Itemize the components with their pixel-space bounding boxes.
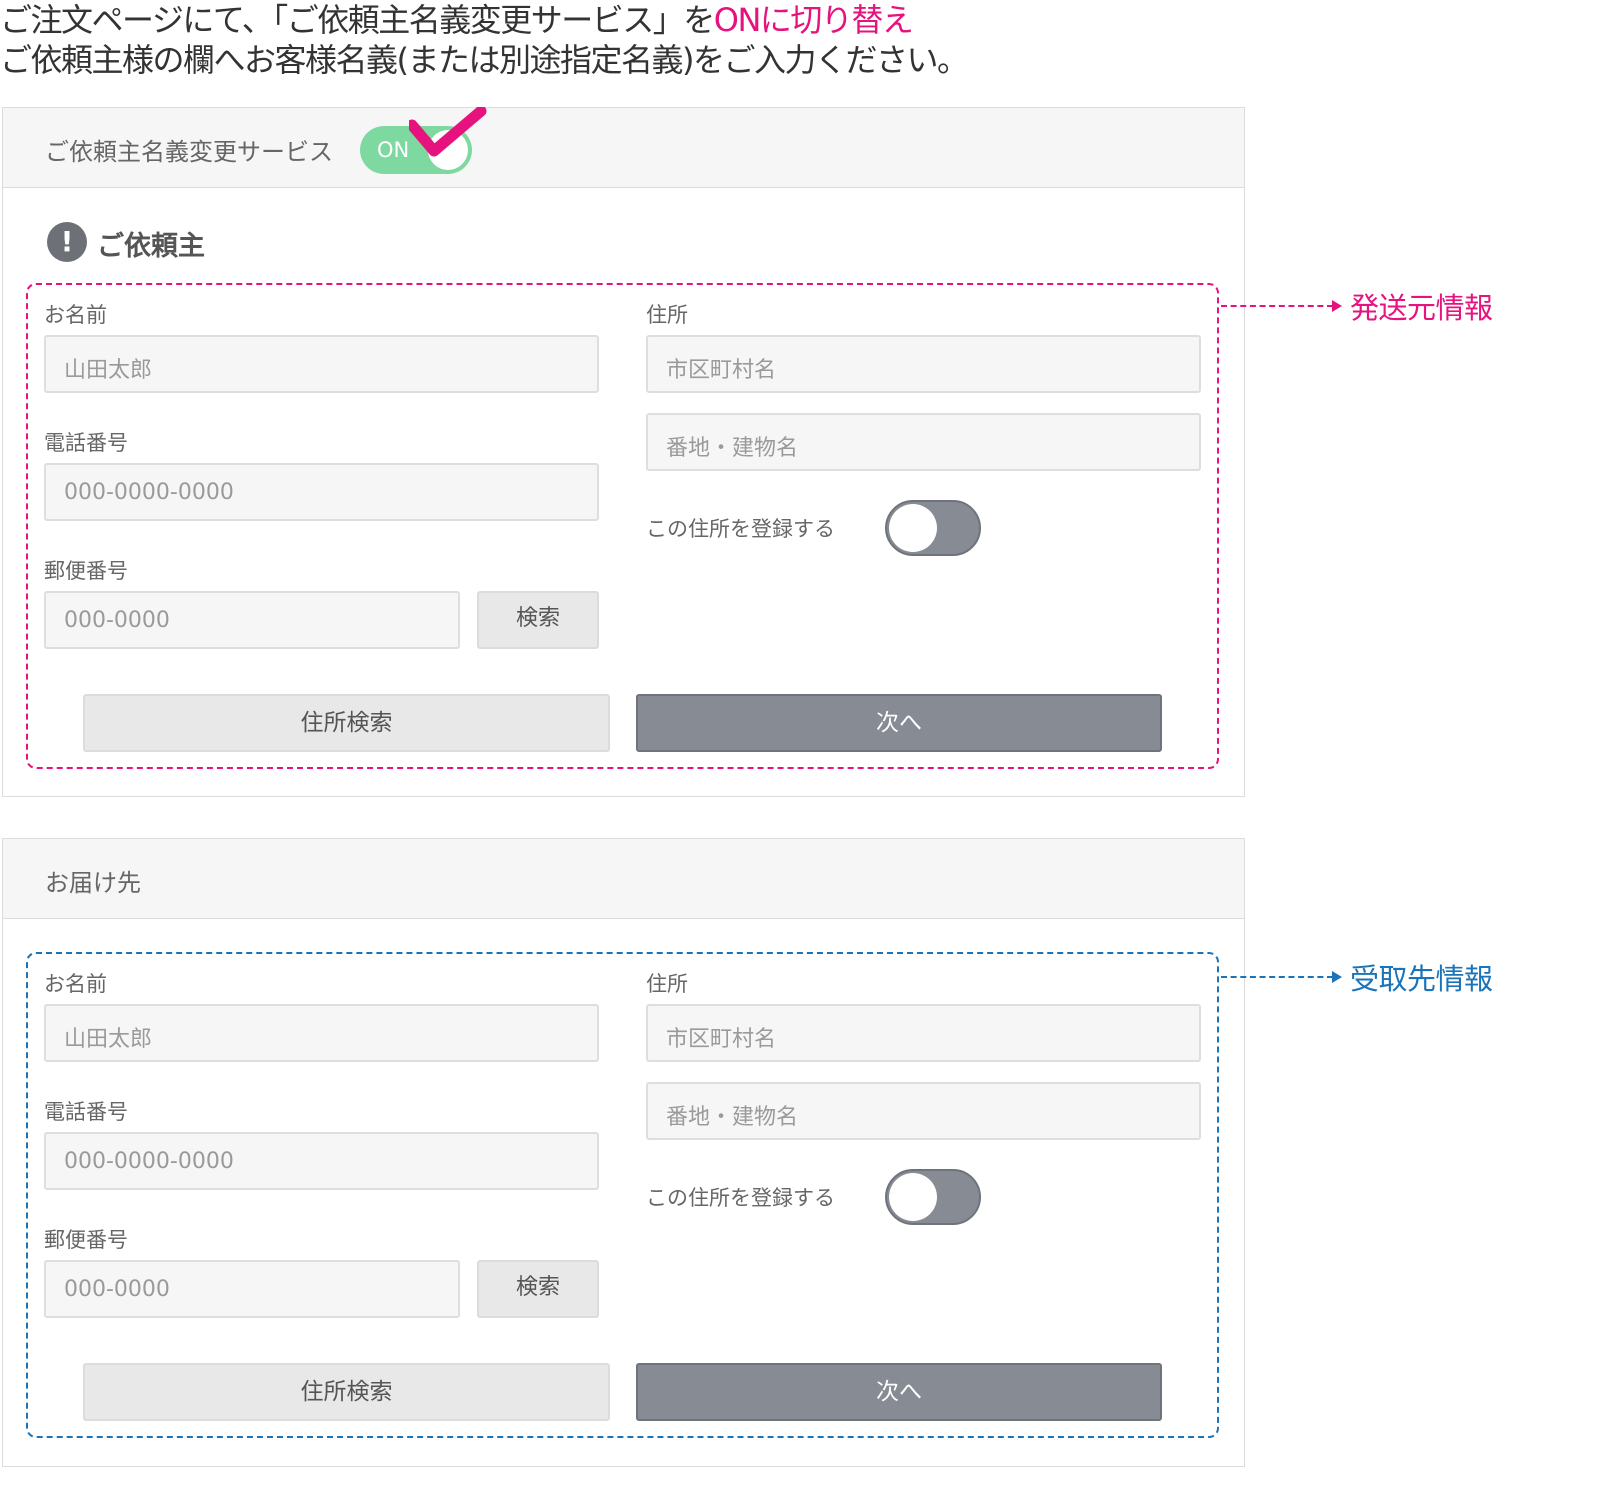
arrow-right-icon <box>1332 300 1342 312</box>
sender-name-label: お名前 <box>44 303 107 327</box>
toggle-knob <box>889 1173 937 1221</box>
placeholder: 番地・建物名 <box>666 436 799 461</box>
sender-heading: ご依頼主 <box>97 231 205 262</box>
placeholder: 000-0000-0000 <box>64 1149 234 1174</box>
sender-name-input[interactable]: 山田太郎 <box>44 335 599 393</box>
sender-zip-input[interactable]: 000-0000 <box>44 591 460 649</box>
recipient-next-button[interactable]: 次へ <box>636 1363 1162 1421</box>
instruction-text: ご注文ページにて、「ご依頼主名義変更サービス」を <box>0 1 715 39</box>
exclamation-icon: ! <box>47 222 87 262</box>
recipient-zip-search-button[interactable]: 検索 <box>477 1260 599 1318</box>
instruction-line-1: ご注文ページにて、「ご依頼主名義変更サービス」をONに切り替え <box>0 0 914 40</box>
placeholder: 山田太郎 <box>64 1027 153 1052</box>
recipient-address-search-button[interactable]: 住所検索 <box>83 1363 610 1421</box>
recipient-register-toggle[interactable] <box>885 1169 981 1225</box>
recipient-register-label: この住所を登録する <box>646 1186 835 1210</box>
recipient-phone-label: 電話番号 <box>44 1100 128 1124</box>
placeholder: 市区町村名 <box>666 1027 777 1052</box>
sender-zip-search-button[interactable]: 検索 <box>477 591 599 649</box>
recipient-name-label: お名前 <box>44 972 107 996</box>
sender-side-label: 発送元情報 <box>1350 291 1493 325</box>
placeholder: 市区町村名 <box>666 358 777 383</box>
placeholder: 000-0000 <box>64 608 170 633</box>
sender-address-search-button[interactable]: 住所検索 <box>83 694 610 752</box>
service-panel-header: ご依頼主名義変更サービス ON <box>3 108 1244 188</box>
recipient-side-label: 受取先情報 <box>1350 962 1493 996</box>
sender-phone-label: 電話番号 <box>44 431 128 455</box>
service-title: ご依頼主名義変更サービス <box>45 138 333 166</box>
placeholder: 000-0000-0000 <box>64 480 234 505</box>
sender-address-label: 住所 <box>646 303 688 327</box>
toggle-on-label: ON <box>377 138 410 162</box>
recipient-name-input[interactable]: 山田太郎 <box>44 1004 599 1062</box>
recipient-title: お届け先 <box>45 869 141 897</box>
placeholder: 番地・建物名 <box>666 1105 799 1130</box>
recipient-phone-input[interactable]: 000-0000-0000 <box>44 1132 599 1190</box>
sender-next-button[interactable]: 次へ <box>636 694 1162 752</box>
sender-city-input[interactable]: 市区町村名 <box>646 335 1201 393</box>
recipient-zip-label: 郵便番号 <box>44 1228 128 1252</box>
instruction-highlight: ONに切り替え <box>713 1 914 39</box>
arrow-right-icon <box>1332 971 1342 983</box>
arrow-line <box>1221 976 1333 978</box>
sender-zip-label: 郵便番号 <box>44 559 128 583</box>
placeholder: 000-0000 <box>64 1277 170 1302</box>
recipient-zip-input[interactable]: 000-0000 <box>44 1260 460 1318</box>
sender-register-toggle[interactable] <box>885 500 981 556</box>
check-icon <box>409 107 487 157</box>
instruction-line-2: ご依頼主様の欄へお客様名義(または別途指定名義)をご入力ください。 <box>0 41 969 79</box>
sender-street-input[interactable]: 番地・建物名 <box>646 413 1201 471</box>
toggle-knob <box>889 504 937 552</box>
sender-register-label: この住所を登録する <box>646 517 835 541</box>
recipient-address-label: 住所 <box>646 972 688 996</box>
recipient-panel-header: お届け先 <box>3 839 1244 919</box>
arrow-line <box>1221 305 1333 307</box>
recipient-street-input[interactable]: 番地・建物名 <box>646 1082 1201 1140</box>
placeholder: 山田太郎 <box>64 358 153 383</box>
sender-phone-input[interactable]: 000-0000-0000 <box>44 463 599 521</box>
recipient-city-input[interactable]: 市区町村名 <box>646 1004 1201 1062</box>
